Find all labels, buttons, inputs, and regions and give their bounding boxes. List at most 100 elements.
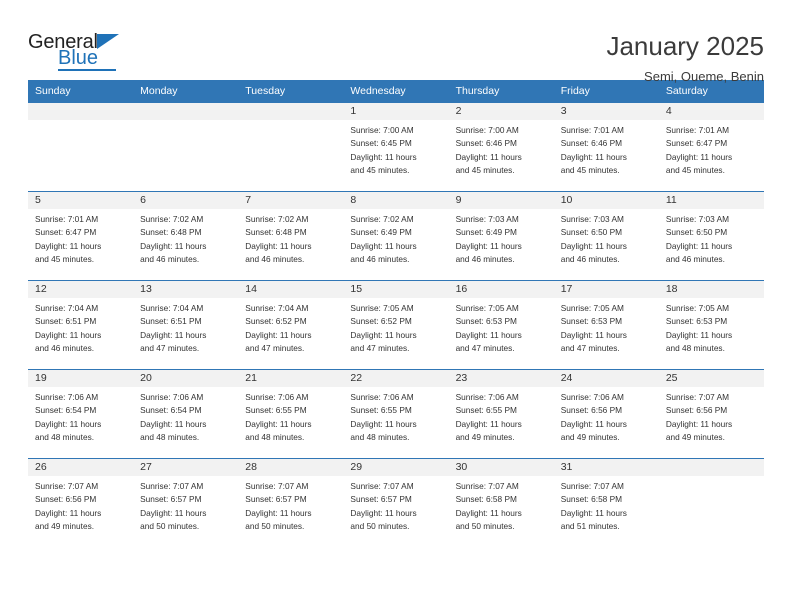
calendar-day-cell[interactable]: 31 Sunrise: 7:07 AM Sunset: 6:58 PM Dayligh… bbox=[553, 458, 659, 548]
calendar-day-cell[interactable]: 24 Sunrise: 7:06 AM Sunset: 6:56 PM Dayligh… bbox=[553, 369, 659, 459]
calendar-table: Sunday Monday Tuesday Wednesday Thursday Frid… bbox=[28, 80, 764, 548]
daylight-text-line2: and 48 minutes. bbox=[140, 432, 200, 443]
sunrise-text: Sunrise: 7:01 AM bbox=[665, 125, 730, 135]
calendar-day-cell[interactable]: 4 Sunrise: 7:01 AM Sunset: 6:47 PM Daylight… bbox=[658, 102, 764, 192]
sunset-text: Sunset: 6:47 PM bbox=[35, 227, 97, 238]
calendar-day-cell[interactable]: 26 Sunrise: 7:07 AM Sunset: 6:56 PM Dayligh… bbox=[28, 458, 134, 548]
sunset-text: Sunset: 6:55 PM bbox=[455, 405, 517, 416]
day-number: 30 bbox=[448, 459, 554, 476]
day-number: 19 bbox=[28, 370, 134, 387]
daylight-text-line1: Daylight: 11 hours bbox=[350, 151, 417, 162]
calendar-day-cell[interactable]: 28 Sunrise: 7:07 AM Sunset: 6:57 PM Dayligh… bbox=[238, 458, 344, 548]
calendar-day-cell[interactable]: 1 Sunrise: 7:00 AM Sunset: 6:45 PM Daylight… bbox=[343, 102, 449, 192]
calendar-day-cell[interactable]: 30 Sunrise: 7:07 AM Sunset: 6:58 PM Dayligh… bbox=[448, 458, 554, 548]
calendar-day-cell[interactable]: 7 Sunrise: 7:02 AM Sunset: 6:48 PM Daylight… bbox=[238, 191, 344, 281]
calendar-day-cell[interactable]: 8 Sunrise: 7:02 AM Sunset: 6:49 PM Daylight… bbox=[343, 191, 449, 281]
calendar-day-cell[interactable]: 9 Sunrise: 7:03 AM Sunset: 6:49 PM Daylight… bbox=[448, 191, 554, 281]
day-number: 14 bbox=[238, 281, 344, 298]
day-details: Sunrise: 7:05 AM Sunset: 6:53 PM Daylight:… bbox=[659, 298, 764, 356]
calendar-day-cell[interactable]: 15 Sunrise: 7:05 AM Sunset: 6:52 PM Dayligh… bbox=[343, 280, 449, 370]
daylight-text-line2: and 45 minutes. bbox=[35, 254, 95, 265]
weekday-header-sunday: Sunday bbox=[28, 80, 134, 103]
day-number: 27 bbox=[133, 459, 239, 476]
daylight-text-line1: Daylight: 11 hours bbox=[665, 151, 733, 162]
sunrise-text: Sunrise: 7:07 AM bbox=[560, 481, 624, 491]
calendar-day-cell[interactable]: 19 Sunrise: 7:06 AM Sunset: 6:54 PM Dayligh… bbox=[28, 369, 134, 459]
daylight-text-line1: Daylight: 11 hours bbox=[455, 329, 522, 340]
calendar-day-cell[interactable]: 17 Sunrise: 7:05 AM Sunset: 6:53 PM Dayligh… bbox=[553, 280, 659, 370]
calendar-day-cell[interactable]: 21 Sunrise: 7:06 AM Sunset: 6:55 PM Dayligh… bbox=[238, 369, 344, 459]
daylight-text-line2: and 50 minutes. bbox=[350, 521, 410, 532]
calendar-day-cell[interactable]: 27 Sunrise: 7:07 AM Sunset: 6:57 PM Dayligh… bbox=[133, 458, 239, 548]
daylight-text-line1: Daylight: 11 hours bbox=[350, 240, 417, 251]
calendar-day-cell[interactable]: 20 Sunrise: 7:06 AM Sunset: 6:54 PM Dayligh… bbox=[133, 369, 239, 459]
day-number: 18 bbox=[658, 281, 764, 298]
sunrise-text: Sunrise: 7:05 AM bbox=[560, 303, 624, 313]
daylight-text-line2: and 48 minutes. bbox=[665, 343, 725, 354]
calendar-day-cell[interactable]: 5 Sunrise: 7:01 AM Sunset: 6:47 PM Daylight… bbox=[28, 191, 134, 281]
day-number bbox=[238, 103, 344, 120]
daylight-text-line1: Daylight: 11 hours bbox=[560, 507, 627, 518]
day-details: Sunrise: 7:07 AM Sunset: 6:56 PM Daylight:… bbox=[28, 476, 133, 534]
day-details: Sunrise: 7:03 AM Sunset: 6:50 PM Daylight:… bbox=[659, 209, 764, 267]
calendar-day-cell[interactable]: 29 Sunrise: 7:07 AM Sunset: 6:57 PM Dayligh… bbox=[343, 458, 449, 548]
daylight-text-line2: and 49 minutes. bbox=[665, 432, 725, 443]
weekday-header-monday: Monday bbox=[133, 80, 239, 103]
calendar-day-cell[interactable]: 12 Sunrise: 7:04 AM Sunset: 6:51 PM Dayligh… bbox=[28, 280, 134, 370]
sunset-text: Sunset: 6:50 PM bbox=[560, 227, 623, 238]
sunset-text: Sunset: 6:56 PM bbox=[560, 405, 623, 416]
day-details: Sunrise: 7:07 AM Sunset: 6:58 PM Daylight:… bbox=[449, 476, 554, 534]
calendar-day-cell[interactable]: 2 Sunrise: 7:00 AM Sunset: 6:46 PM Daylight… bbox=[448, 102, 554, 192]
calendar-page: General Blue January 2025 Semi, Oueme, B… bbox=[0, 0, 792, 612]
daylight-text-line1: Daylight: 11 hours bbox=[140, 329, 207, 340]
calendar-day-cell[interactable]: 22 Sunrise: 7:06 AM Sunset: 6:55 PM Dayligh… bbox=[343, 369, 449, 459]
daylight-text-line2: and 47 minutes. bbox=[140, 343, 200, 354]
day-details: Sunrise: 7:04 AM Sunset: 6:51 PM Daylight:… bbox=[133, 298, 238, 356]
sunrise-text: Sunrise: 7:05 AM bbox=[665, 303, 730, 313]
daylight-text-line1: Daylight: 11 hours bbox=[245, 240, 312, 251]
day-number: 31 bbox=[553, 459, 659, 476]
day-number: 17 bbox=[553, 281, 659, 298]
general-blue-logo[interactable]: General Blue bbox=[28, 32, 148, 80]
sunrise-text: Sunrise: 7:00 AM bbox=[350, 125, 414, 135]
sunset-text: Sunset: 6:57 PM bbox=[245, 494, 307, 505]
calendar-day-cell[interactable]: 13 Sunrise: 7:04 AM Sunset: 6:51 PM Dayligh… bbox=[133, 280, 239, 370]
sunset-text: Sunset: 6:58 PM bbox=[560, 494, 623, 505]
day-details: Sunrise: 7:07 AM Sunset: 6:57 PM Daylight:… bbox=[343, 476, 448, 534]
daylight-text-line1: Daylight: 11 hours bbox=[350, 507, 417, 518]
sunset-text: Sunset: 6:45 PM bbox=[350, 138, 412, 149]
sunrise-text: Sunrise: 7:07 AM bbox=[665, 392, 730, 402]
calendar-day-cell[interactable]: 18 Sunrise: 7:05 AM Sunset: 6:53 PM Dayligh… bbox=[658, 280, 764, 370]
calendar-week-row: 5 Sunrise: 7:01 AM Sunset: 6:47 PM Daylight… bbox=[28, 191, 764, 281]
daylight-text-line2: and 46 minutes. bbox=[245, 254, 305, 265]
calendar-day-cell[interactable]: 16 Sunrise: 7:05 AM Sunset: 6:53 PM Dayligh… bbox=[448, 280, 554, 370]
sunset-text: Sunset: 6:46 PM bbox=[455, 138, 517, 149]
day-number: 11 bbox=[658, 192, 764, 209]
day-details: Sunrise: 7:05 AM Sunset: 6:53 PM Daylight:… bbox=[554, 298, 659, 356]
daylight-text-line1: Daylight: 11 hours bbox=[455, 240, 522, 251]
sunset-text: Sunset: 6:56 PM bbox=[665, 405, 728, 416]
calendar-day-cell[interactable]: 10 Sunrise: 7:03 AM Sunset: 6:50 PM Dayligh… bbox=[553, 191, 659, 281]
day-details: Sunrise: 7:06 AM Sunset: 6:54 PM Daylight:… bbox=[28, 387, 133, 445]
calendar-day-cell[interactable]: 11 Sunrise: 7:03 AM Sunset: 6:50 PM Dayligh… bbox=[658, 191, 764, 281]
weekday-header-tuesday: Tuesday bbox=[238, 80, 344, 103]
daylight-text-line2: and 45 minutes. bbox=[350, 165, 410, 176]
day-number bbox=[133, 103, 239, 120]
calendar-day-cell[interactable]: 25 Sunrise: 7:07 AM Sunset: 6:56 PM Dayligh… bbox=[658, 369, 764, 459]
daylight-text-line2: and 49 minutes. bbox=[455, 432, 515, 443]
day-number: 9 bbox=[448, 192, 554, 209]
daylight-text-line1: Daylight: 11 hours bbox=[665, 418, 733, 429]
daylight-text-line1: Daylight: 11 hours bbox=[35, 507, 102, 518]
sunset-text: Sunset: 6:53 PM bbox=[455, 316, 517, 327]
calendar-day-cell[interactable]: 23 Sunrise: 7:06 AM Sunset: 6:55 PM Dayligh… bbox=[448, 369, 554, 459]
day-number: 13 bbox=[133, 281, 239, 298]
day-number: 2 bbox=[448, 103, 554, 120]
calendar-day-cell[interactable]: 14 Sunrise: 7:04 AM Sunset: 6:52 PM Dayligh… bbox=[238, 280, 344, 370]
sunrise-text: Sunrise: 7:07 AM bbox=[455, 481, 519, 491]
daylight-text-line2: and 48 minutes. bbox=[35, 432, 95, 443]
calendar-day-cell[interactable]: 3 Sunrise: 7:01 AM Sunset: 6:46 PM Daylight… bbox=[553, 102, 659, 192]
calendar-day-cell[interactable]: 6 Sunrise: 7:02 AM Sunset: 6:48 PM Daylight… bbox=[133, 191, 239, 281]
daylight-text-line1: Daylight: 11 hours bbox=[665, 329, 733, 340]
daylight-text-line2: and 45 minutes. bbox=[665, 165, 725, 176]
sunrise-text: Sunrise: 7:06 AM bbox=[140, 392, 204, 402]
